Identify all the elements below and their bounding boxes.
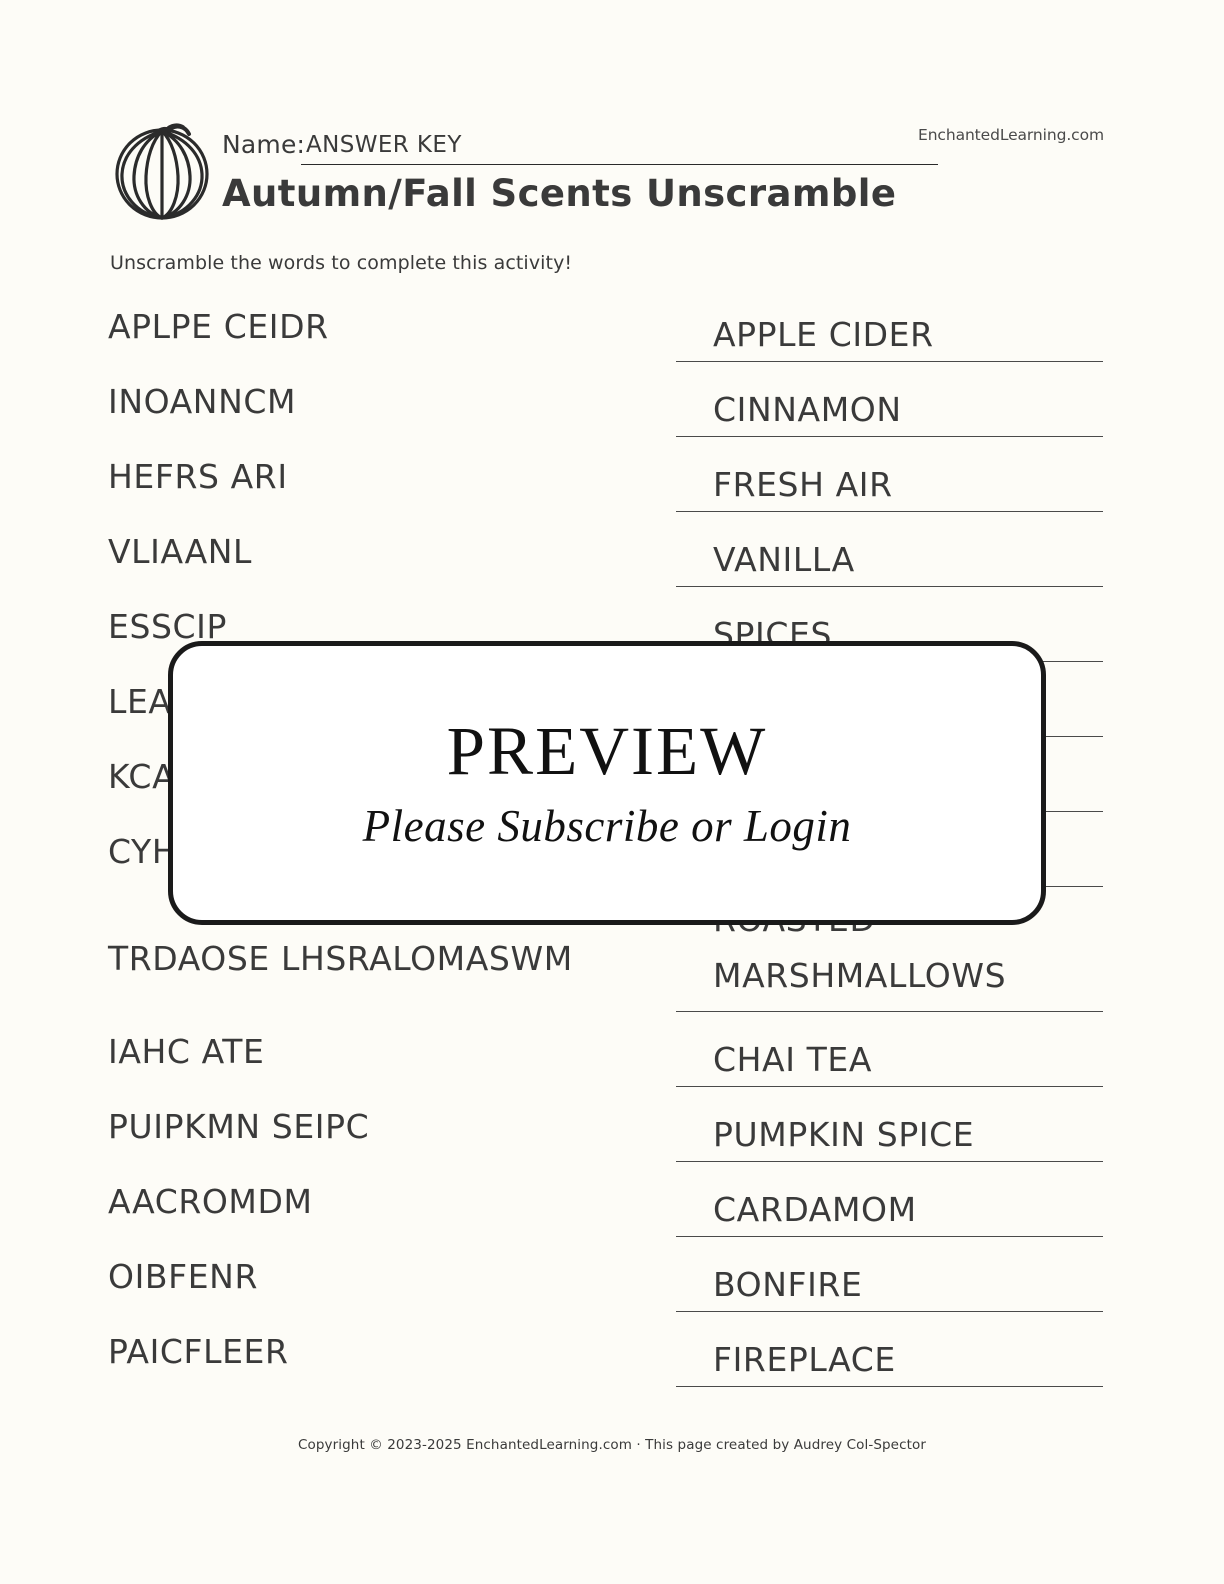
answer-word: FIREPLACE	[713, 1340, 896, 1379]
answer-slot[interactable]: PUMPKIN SPICE	[676, 1096, 1103, 1171]
answer-write-line	[676, 1386, 1103, 1387]
footer-copyright: Copyright © 2023-2025 EnchantedLearning.…	[297, 1437, 927, 1453]
answer-slot[interactable]: FIREPLACE	[676, 1321, 1103, 1396]
unscramble-row: PAICFLEER FIREPLACE	[0, 1321, 1224, 1396]
unscramble-row: INOANNCM CINNAMON	[0, 371, 1224, 446]
answer-write-line	[676, 511, 1103, 512]
unscramble-row: IAHC ATE CHAI TEA	[0, 1021, 1224, 1096]
answer-write-line	[676, 436, 1103, 437]
answer-word: CINNAMON	[713, 390, 902, 429]
scrambled-word: TRDAOSE LHSRALOMASWM	[108, 939, 573, 978]
scrambled-word: PAICFLEER	[108, 1332, 289, 1371]
answer-word: VANILLA	[713, 540, 855, 579]
worksheet-header: Name: ANSWER KEY EnchantedLearning.com A…	[106, 112, 1106, 232]
scrambled-word: CYH	[108, 832, 178, 871]
answer-slot[interactable]: APPLE CIDER	[676, 296, 1103, 371]
page-title: Autumn/Fall Scents Unscramble	[222, 172, 897, 215]
answer-slot[interactable]: VANILLA	[676, 521, 1103, 596]
answer-word: CARDAMOM	[713, 1190, 917, 1229]
scrambled-word: LEA	[108, 682, 172, 721]
unscramble-row: HEFRS ARI FRESH AIR	[0, 446, 1224, 521]
answer-write-line	[676, 1011, 1103, 1012]
answer-slot[interactable]: FRESH AIR	[676, 446, 1103, 521]
name-label: Name:	[222, 130, 306, 159]
unscramble-row: VLIAANL VANILLA	[0, 521, 1224, 596]
answer-write-line	[676, 361, 1103, 362]
name-field-value[interactable]: ANSWER KEY	[306, 132, 462, 158]
answer-write-line	[676, 1311, 1103, 1312]
unscramble-row: OIBFENR BONFIRE	[0, 1246, 1224, 1321]
answer-write-line	[676, 1161, 1103, 1162]
answer-write-line	[676, 1236, 1103, 1237]
answer-slot[interactable]: CINNAMON	[676, 371, 1103, 446]
site-brand: EnchantedLearning.com	[918, 126, 1104, 144]
scrambled-word: AACROMDM	[108, 1182, 313, 1221]
scrambled-word: PUIPKMN SEIPC	[108, 1107, 370, 1146]
scrambled-word: IAHC ATE	[108, 1032, 265, 1071]
answer-word: BONFIRE	[713, 1265, 863, 1304]
worksheet-page: Name: ANSWER KEY EnchantedLearning.com A…	[0, 0, 1224, 1584]
scrambled-word: HEFRS ARI	[108, 457, 288, 496]
answer-slot[interactable]: CARDAMOM	[676, 1171, 1103, 1246]
answer-word: CHAI TEA	[713, 1040, 873, 1079]
name-write-line	[301, 164, 938, 165]
preview-subtitle: Please Subscribe or Login	[362, 801, 852, 851]
answer-word: FRESH AIR	[713, 465, 893, 504]
answer-write-line	[676, 1086, 1103, 1087]
answer-word: PUMPKIN SPICE	[713, 1115, 975, 1154]
instructions-text: Unscramble the words to complete this ac…	[110, 252, 573, 274]
answer-write-line	[676, 586, 1103, 587]
answer-word: APPLE CIDER	[713, 315, 934, 354]
unscramble-row: PUIPKMN SEIPC PUMPKIN SPICE	[0, 1096, 1224, 1171]
scrambled-word: OIBFENR	[108, 1257, 258, 1296]
scrambled-word: KCA	[108, 757, 176, 796]
scrambled-word: INOANNCM	[108, 382, 297, 421]
scrambled-word: VLIAANL	[108, 532, 253, 571]
preview-title: PREVIEW	[446, 713, 768, 789]
answer-slot[interactable]: BONFIRE	[676, 1246, 1103, 1321]
preview-overlay[interactable]: PREVIEW Please Subscribe or Login	[168, 641, 1046, 925]
unscramble-row: AACROMDM CARDAMOM	[0, 1171, 1224, 1246]
answer-slot[interactable]: CHAI TEA	[676, 1021, 1103, 1096]
pumpkin-icon	[106, 114, 218, 226]
scrambled-word: APLPE CEIDR	[108, 307, 329, 346]
unscramble-row: APLPE CEIDR APPLE CIDER	[0, 296, 1224, 371]
